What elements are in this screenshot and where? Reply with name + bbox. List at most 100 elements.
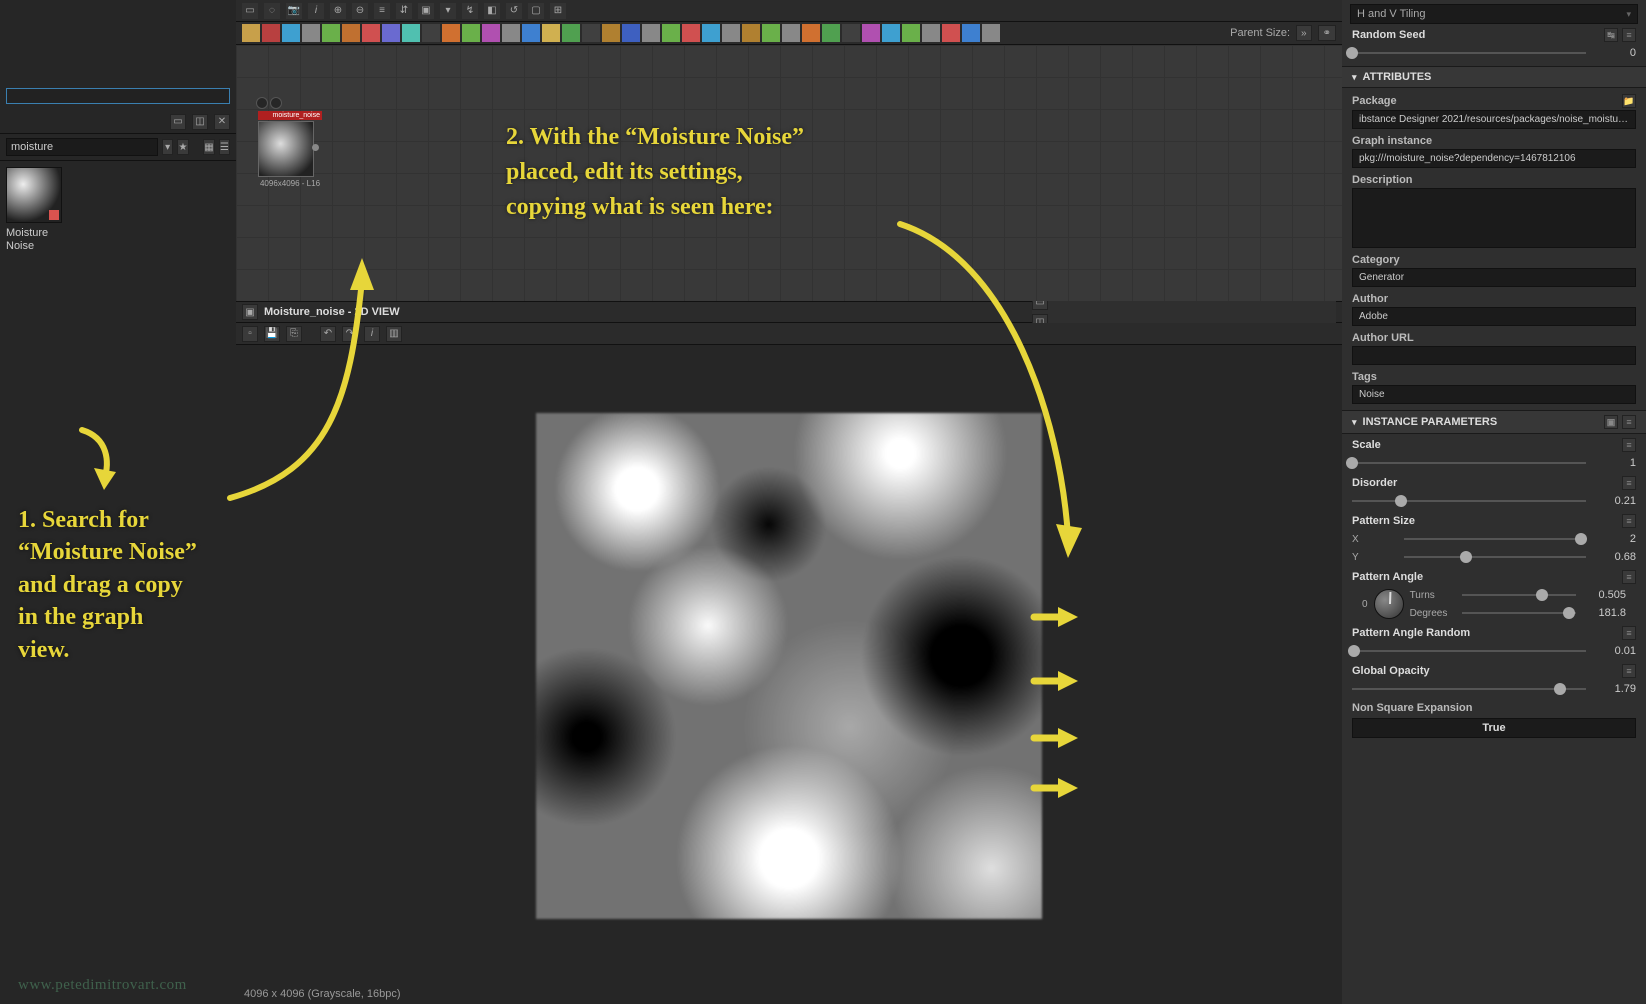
pattern-size-x-slider[interactable] <box>1404 532 1586 546</box>
pattern-angle-random-slider[interactable] <box>1352 644 1586 658</box>
lib-maximize-icon[interactable]: ▭ <box>170 114 186 130</box>
atom-node-35[interactable] <box>942 24 960 42</box>
atom-node-8[interactable] <box>402 24 420 42</box>
global-opacity-slider[interactable] <box>1352 682 1586 696</box>
grid-view-icon[interactable]: ▦ <box>203 139 214 155</box>
atom-node-10[interactable] <box>442 24 460 42</box>
lib-close-icon[interactable]: ✕ <box>214 114 230 130</box>
instance-parameters-header[interactable]: ▾ INSTANCE PARAMETERS ▣ ≡ <box>1342 410 1646 434</box>
atom-node-36[interactable] <box>962 24 980 42</box>
camera-icon[interactable]: 📷 <box>286 3 302 19</box>
node-thumbnail[interactable] <box>258 121 314 177</box>
disorder-slider[interactable] <box>1352 494 1586 508</box>
atom-node-27[interactable] <box>782 24 800 42</box>
preset-menu-icon[interactable]: ≡ <box>1622 415 1636 429</box>
node-action-b-icon[interactable] <box>270 97 282 109</box>
atom-node-6[interactable] <box>362 24 380 42</box>
atom-node-9[interactable] <box>422 24 440 42</box>
align-icon[interactable]: ≡ <box>374 3 390 19</box>
preset-icon[interactable]: ▣ <box>1604 415 1618 429</box>
undo-icon[interactable]: ↶ <box>320 326 336 342</box>
atom-node-28[interactable] <box>802 24 820 42</box>
group-icon[interactable]: ▣ <box>418 3 434 19</box>
param-menu-icon[interactable]: ≡ <box>1622 514 1636 528</box>
atom-node-1[interactable] <box>262 24 280 42</box>
atom-node-22[interactable] <box>682 24 700 42</box>
link-size-icon[interactable]: ⚭ <box>1318 25 1336 41</box>
pattern-size-y-slider[interactable] <box>1404 550 1586 564</box>
atom-node-4[interactable] <box>322 24 340 42</box>
atom-node-31[interactable] <box>862 24 880 42</box>
zoom-in-icon[interactable]: ⊕ <box>330 3 346 19</box>
seed-mode-icon[interactable]: ↹ <box>1604 28 1618 42</box>
zoom-out-icon[interactable]: ⊖ <box>352 3 368 19</box>
angle-knob[interactable] <box>1374 589 1404 619</box>
link-icon[interactable]: ↯ <box>462 3 478 19</box>
atom-node-34[interactable] <box>922 24 940 42</box>
degrees-slider[interactable] <box>1462 606 1576 620</box>
lib-restore-icon[interactable]: ◫ <box>192 114 208 130</box>
atom-node-14[interactable] <box>522 24 540 42</box>
library-dropdown[interactable] <box>6 88 230 104</box>
atom-node-26[interactable] <box>762 24 780 42</box>
filter-icon[interactable]: ▾ <box>162 139 173 155</box>
select-lasso-icon[interactable]: ◌ <box>264 3 280 19</box>
moisture-noise-node[interactable]: moisture_noise 4096x4096 - L16 <box>258 111 322 188</box>
atom-node-16[interactable] <box>562 24 580 42</box>
atom-node-17[interactable] <box>582 24 600 42</box>
atom-node-25[interactable] <box>742 24 760 42</box>
histogram-icon[interactable]: ▥ <box>386 326 402 342</box>
param-menu-icon[interactable]: ≡ <box>1622 664 1636 678</box>
search-input[interactable] <box>6 138 158 156</box>
turns-slider[interactable] <box>1462 588 1576 602</box>
tool-b-icon[interactable]: ↺ <box>506 3 522 19</box>
atom-node-0[interactable] <box>242 24 260 42</box>
redo-icon[interactable]: ↷ <box>342 326 358 342</box>
param-menu-icon[interactable]: ≡ <box>1622 570 1636 584</box>
tool-a-icon[interactable]: ◧ <box>484 3 500 19</box>
non-square-toggle[interactable]: True <box>1352 718 1636 738</box>
atom-node-19[interactable] <box>622 24 640 42</box>
graph-view[interactable]: moisture_noise 4096x4096 - L16 <box>236 45 1342 301</box>
node-action-a-icon[interactable] <box>256 97 268 109</box>
atom-node-5[interactable] <box>342 24 360 42</box>
param-menu-icon[interactable]: ≡ <box>1622 476 1636 490</box>
atom-node-33[interactable] <box>902 24 920 42</box>
atom-node-23[interactable] <box>702 24 720 42</box>
atom-node-24[interactable] <box>722 24 740 42</box>
atom-node-3[interactable] <box>302 24 320 42</box>
favorite-icon[interactable]: ★ <box>177 139 188 155</box>
atom-node-32[interactable] <box>882 24 900 42</box>
description-field[interactable] <box>1352 188 1636 248</box>
search-result[interactable]: Moisture Noise <box>0 161 236 259</box>
new-icon[interactable]: ▫ <box>242 326 258 342</box>
scale-slider[interactable] <box>1352 456 1586 470</box>
atom-node-37[interactable] <box>982 24 1000 42</box>
folder-icon[interactable]: 📁 <box>1622 94 1636 108</box>
distribute-icon[interactable]: ⇵ <box>396 3 412 19</box>
dropdown-toolbar-icon[interactable]: ▾ <box>440 3 456 19</box>
atom-node-7[interactable] <box>382 24 400 42</box>
save-icon[interactable]: 💾 <box>264 326 280 342</box>
copy-icon[interactable]: ⎘ <box>286 326 302 342</box>
atom-node-18[interactable] <box>602 24 620 42</box>
atom-node-11[interactable] <box>462 24 480 42</box>
atom-node-20[interactable] <box>642 24 660 42</box>
seed-menu-icon[interactable]: ≡ <box>1622 28 1636 42</box>
atom-node-29[interactable] <box>822 24 840 42</box>
atom-node-13[interactable] <box>502 24 520 42</box>
param-menu-icon[interactable]: ≡ <box>1622 626 1636 640</box>
2d-view-canvas[interactable] <box>236 345 1342 986</box>
parent-size-dropdown[interactable]: » <box>1296 25 1312 41</box>
atom-node-30[interactable] <box>842 24 860 42</box>
atom-node-15[interactable] <box>542 24 560 42</box>
grid-snap-icon[interactable]: ⊞ <box>550 3 566 19</box>
view-info-icon[interactable]: i <box>364 326 380 342</box>
info-icon[interactable]: i <box>308 3 324 19</box>
atom-node-21[interactable] <box>662 24 680 42</box>
result-thumbnail[interactable] <box>6 167 62 223</box>
tiling-mode-dropdown[interactable]: H and V Tiling ▾ <box>1350 4 1638 24</box>
attributes-header[interactable]: ▾ ATTRIBUTES <box>1342 66 1646 88</box>
param-menu-icon[interactable]: ≡ <box>1622 438 1636 452</box>
random-seed-slider[interactable] <box>1352 46 1586 60</box>
